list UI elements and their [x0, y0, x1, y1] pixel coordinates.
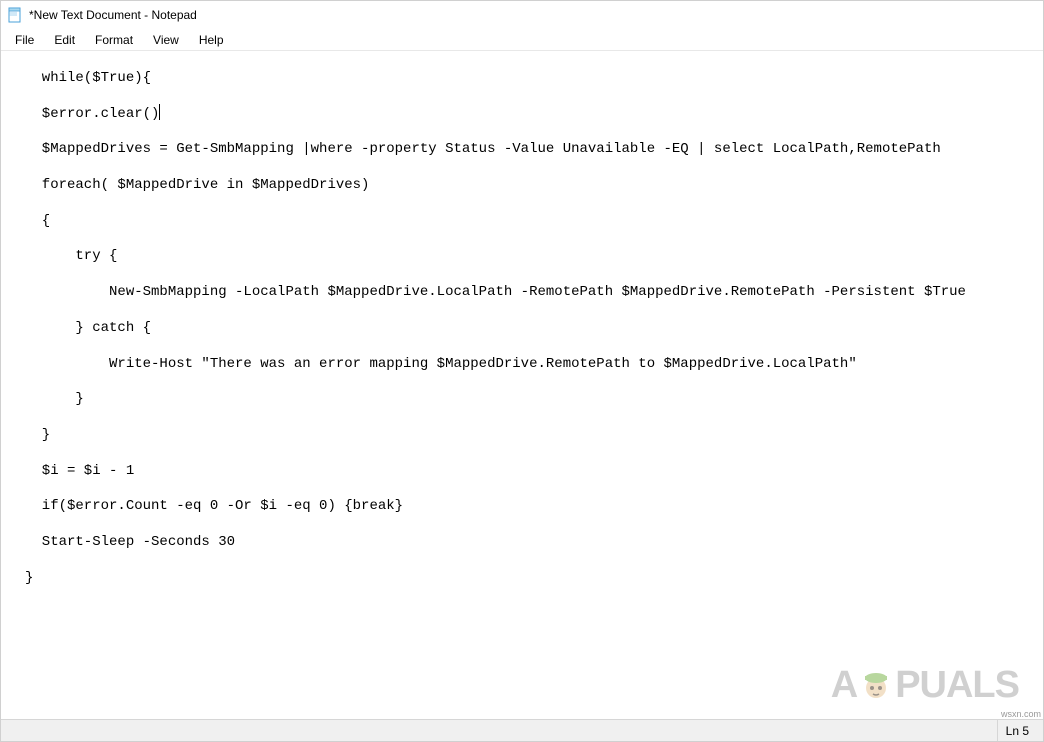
window-title: *New Text Document - Notepad	[29, 8, 197, 22]
status-bar: Ln 5	[1, 719, 1043, 741]
text-editor[interactable]: while($True){ $error.clear() $MappedDriv…	[1, 51, 1043, 719]
source-attribution: wsxn.com	[1001, 709, 1041, 719]
menu-help[interactable]: Help	[189, 31, 234, 49]
menu-edit[interactable]: Edit	[44, 31, 85, 49]
title-bar: *New Text Document - Notepad	[1, 1, 1043, 29]
menu-format[interactable]: Format	[85, 31, 143, 49]
menu-bar: File Edit Format View Help	[1, 29, 1043, 51]
menu-file[interactable]: File	[5, 31, 44, 49]
menu-view[interactable]: View	[143, 31, 189, 49]
status-line-number: Ln 5	[997, 720, 1037, 741]
notepad-icon	[7, 7, 23, 23]
